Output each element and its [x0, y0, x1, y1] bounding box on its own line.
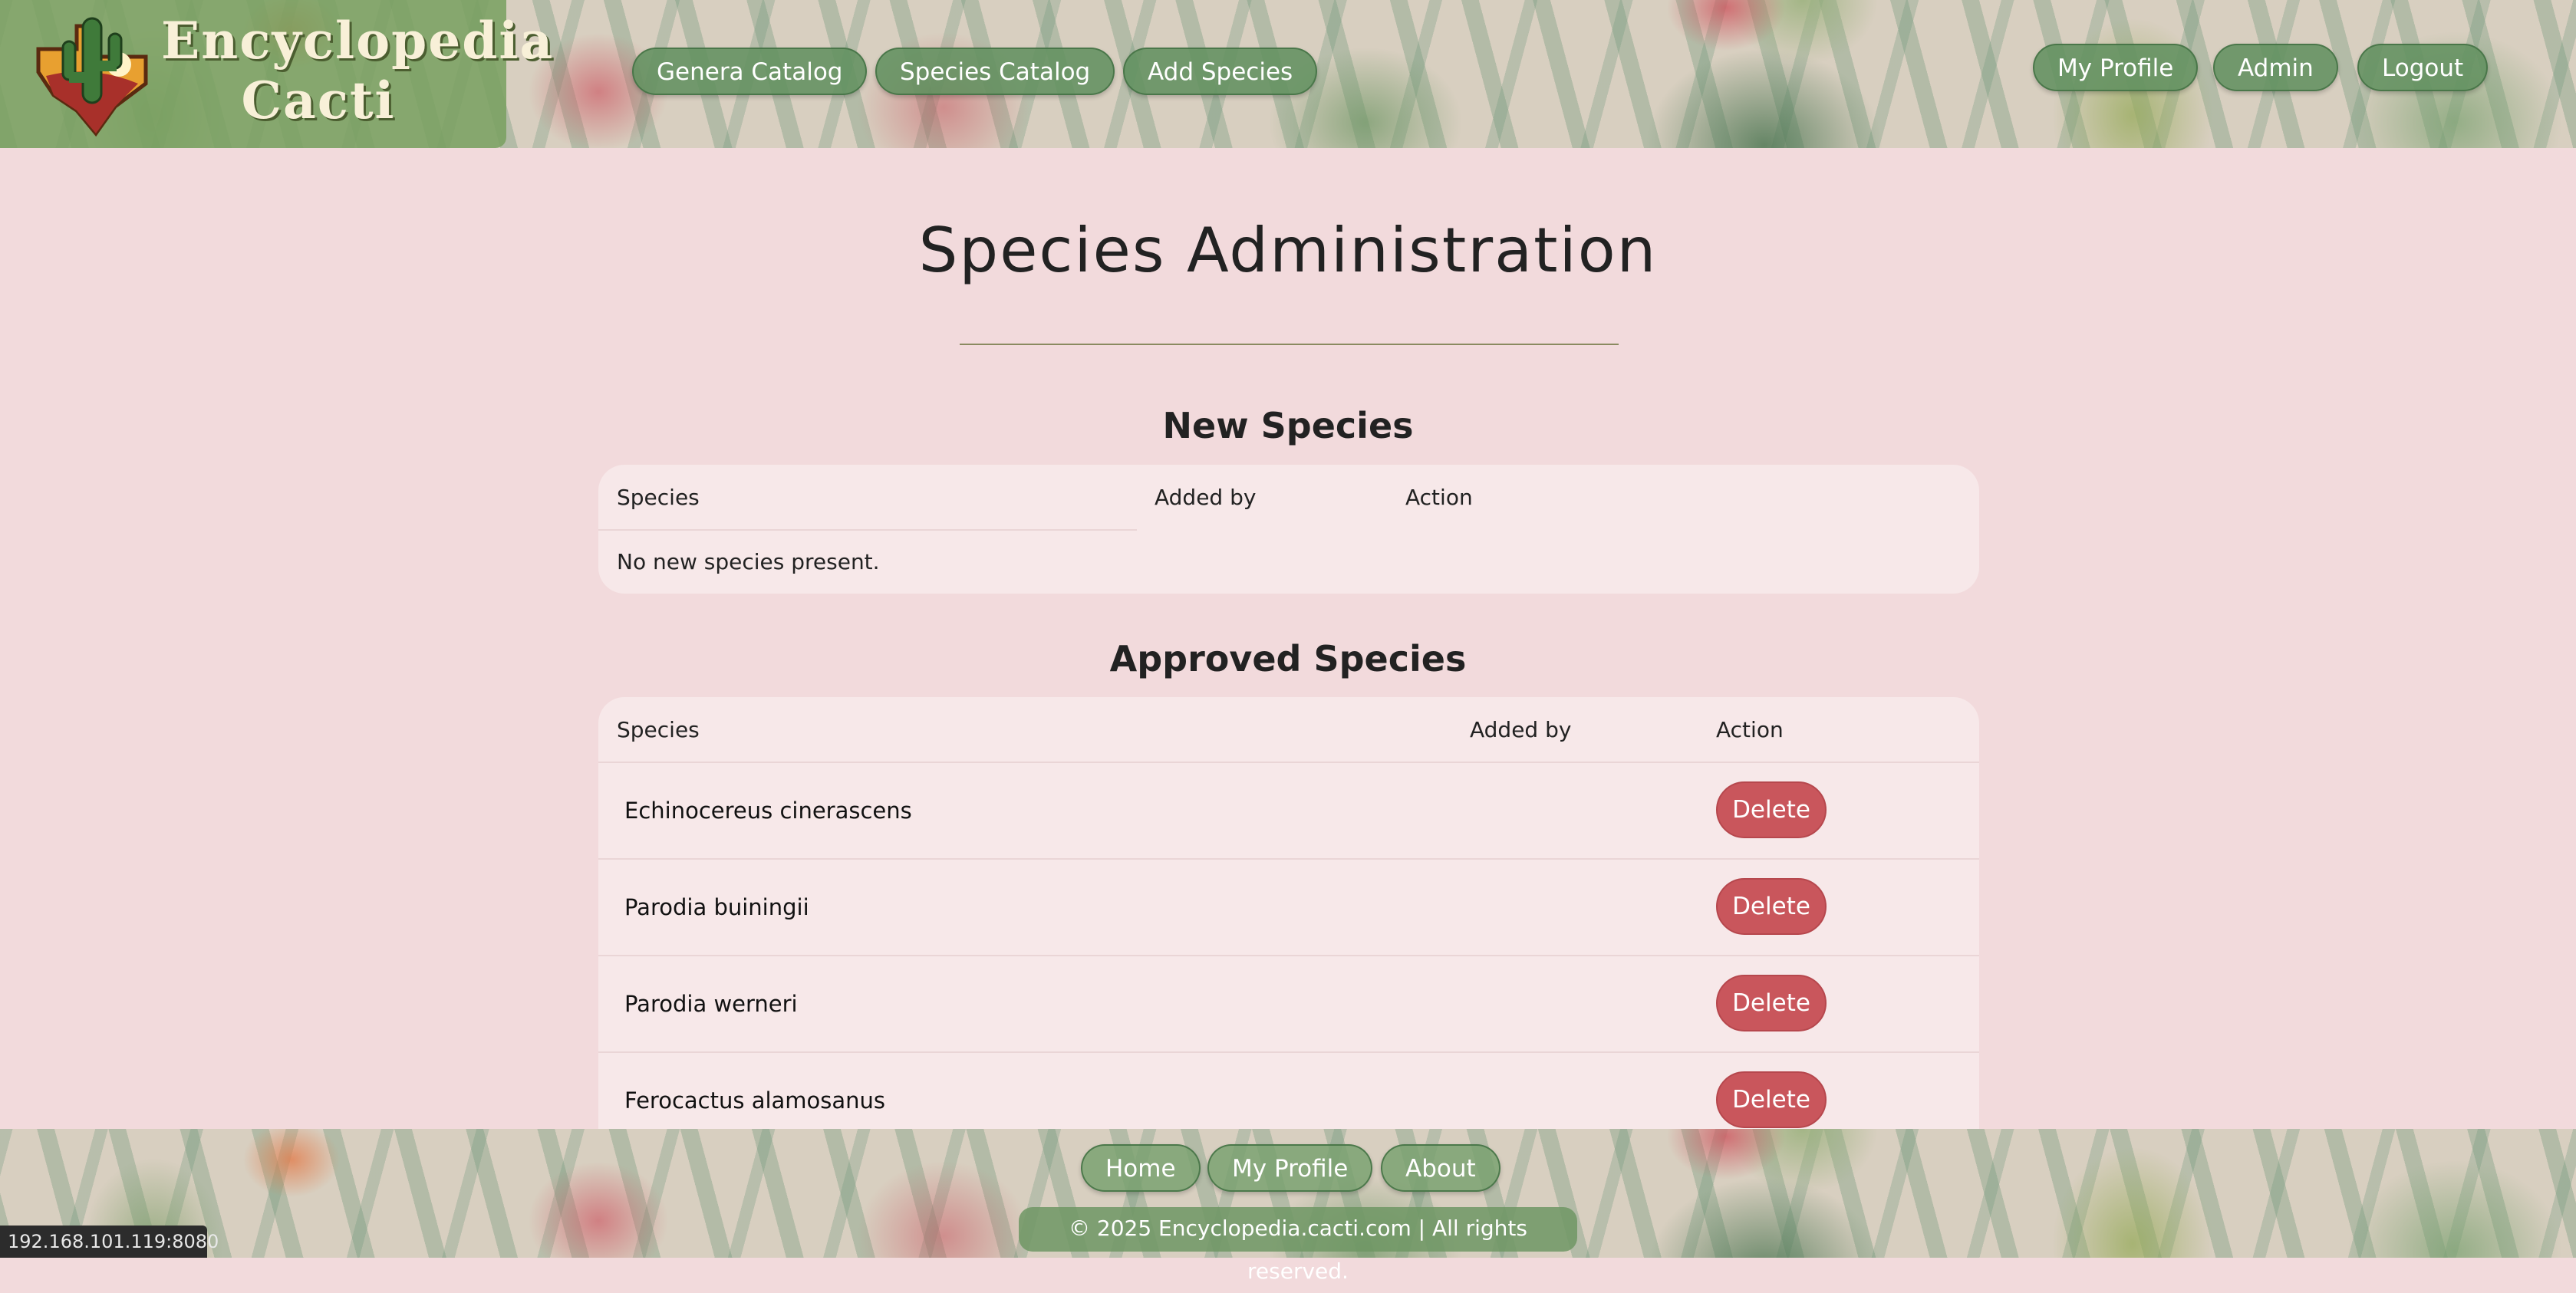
column-header-species: Species	[617, 485, 700, 510]
species-name[interactable]: Ferocactus alamosanus	[624, 1087, 885, 1114]
species-name[interactable]: Parodia werneri	[624, 991, 798, 1017]
approved-species-heading: Approved Species	[1109, 638, 1467, 679]
nav-genera-catalog[interactable]: Genera Catalog	[632, 48, 868, 95]
copyright-notice: © 2025 Encyclopedia.cacti.com | All righ…	[1019, 1207, 1577, 1284]
column-header-added-by: Added by	[1470, 717, 1572, 742]
species-name[interactable]: Echinocereus cinerascens	[624, 798, 912, 824]
new-species-table: Species Added by Action No new species p…	[598, 465, 1979, 594]
column-header-action: Action	[1716, 717, 1784, 742]
delete-button[interactable]: Delete	[1716, 975, 1827, 1031]
empty-table-message: No new species present.	[617, 549, 880, 574]
nav-species-catalog[interactable]: Species Catalog	[875, 48, 1115, 95]
browser-status-url: 192.168.101.119:8080	[0, 1226, 219, 1258]
table-row: Echinocereus cinerascens Delete	[598, 762, 1979, 858]
footer-link-home[interactable]: Home	[1081, 1144, 1201, 1192]
species-name[interactable]: Parodia buiningii	[624, 894, 809, 920]
nav-admin[interactable]: Admin	[2213, 44, 2338, 91]
cactus-logo-icon	[36, 17, 148, 137]
new-species-heading: New Species	[1162, 405, 1414, 446]
logo-wordmark: Encyclopedia Cacti	[161, 11, 555, 130]
nav-add-species[interactable]: Add Species	[1123, 48, 1318, 95]
logo-line-1: Encyclopedia	[161, 11, 555, 71]
delete-button[interactable]: Delete	[1716, 1071, 1827, 1128]
nav-logout[interactable]: Logout	[2357, 44, 2489, 91]
column-header-added-by: Added by	[1155, 485, 1257, 510]
footer-link-about[interactable]: About	[1381, 1144, 1500, 1192]
footer-link-my-profile[interactable]: My Profile	[1207, 1144, 1373, 1192]
page-title: Species Administration	[918, 215, 1658, 286]
delete-button[interactable]: Delete	[1716, 878, 1827, 935]
title-divider	[960, 344, 1619, 345]
nav-my-profile[interactable]: My Profile	[2033, 44, 2199, 91]
delete-button[interactable]: Delete	[1716, 781, 1827, 838]
header-divider	[598, 529, 1137, 531]
column-header-species: Species	[617, 717, 700, 742]
site-logo[interactable]: Encyclopedia Cacti	[0, 0, 555, 148]
approved-species-table: Species Added by Action Echinocereus cin…	[598, 697, 1979, 1129]
table-row: Parodia werneri Delete	[598, 955, 1979, 1051]
column-header-action: Action	[1405, 485, 1473, 510]
logo-line-2: Cacti	[241, 71, 396, 130]
table-row: Ferocactus alamosanus Delete	[598, 1051, 1979, 1129]
table-row: Parodia buiningii Delete	[598, 858, 1979, 955]
